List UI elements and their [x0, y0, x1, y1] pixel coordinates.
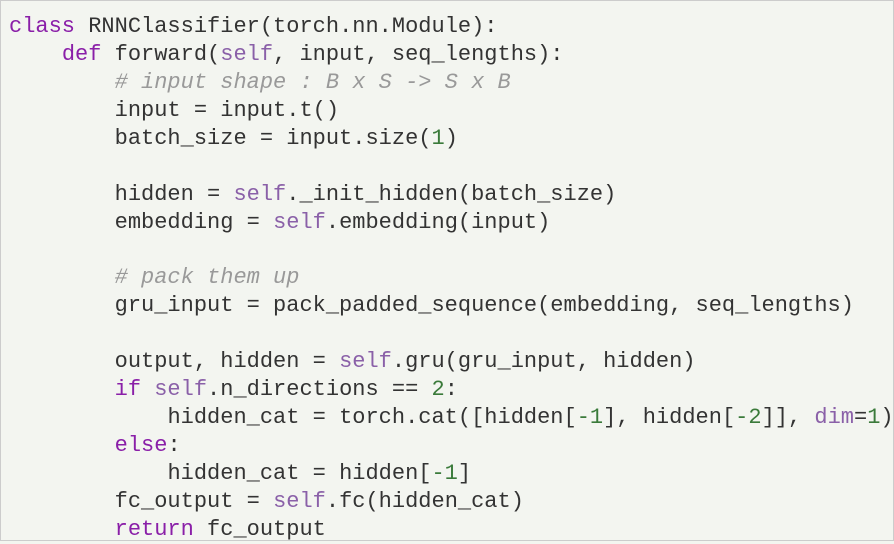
- self-ref: self: [154, 377, 207, 402]
- number-neg-two: -2: [735, 405, 761, 430]
- line-else-pre: hidden_cat = hidden[: [167, 461, 431, 486]
- line-else-post: ]: [458, 461, 471, 486]
- code-block: class RNNClassifier(torch.nn.Module): de…: [9, 13, 885, 544]
- function-name: forward: [101, 42, 207, 67]
- line-input-t: input = input.t(): [115, 98, 339, 123]
- line-cat-eq: =: [854, 405, 867, 430]
- self-ref: self: [233, 182, 286, 207]
- self-ref: self: [273, 210, 326, 235]
- self-param: self: [220, 42, 273, 67]
- line-hidden-post: ._init_hidden(batch_size): [286, 182, 616, 207]
- class-base: (torch.nn.Module):: [260, 14, 498, 39]
- line-embed-pre: embedding =: [115, 210, 273, 235]
- return-value: fc_output: [194, 517, 326, 542]
- function-params: , input, seq_lengths):: [273, 42, 563, 67]
- dim-kw: dim: [814, 405, 854, 430]
- line-output-post: .gru(gru_input, hidden): [392, 349, 696, 374]
- paren-open: (: [207, 42, 220, 67]
- line-batch-pre: batch_size = input.size(: [115, 126, 432, 151]
- if-space: [141, 377, 154, 402]
- line-cat-pre: hidden_cat = torch.cat([hidden[: [167, 405, 576, 430]
- line-gru-input: gru_input = pack_padded_sequence(embeddi…: [115, 293, 854, 318]
- line-hidden-pre: hidden =: [115, 182, 234, 207]
- line-batch-post: ): [445, 126, 458, 151]
- if-colon: :: [445, 377, 458, 402]
- line-output-pre: output, hidden =: [115, 349, 339, 374]
- self-ref: self: [339, 349, 392, 374]
- keyword-else: else: [115, 433, 168, 458]
- keyword-class: class: [9, 14, 75, 39]
- number-one: 1: [431, 126, 444, 151]
- line-fc-pre: fc_output =: [115, 489, 273, 514]
- self-ref: self: [273, 489, 326, 514]
- keyword-if: if: [115, 377, 141, 402]
- number-one-b: 1: [867, 405, 880, 430]
- number-neg-one: -1: [577, 405, 603, 430]
- line-cat-mid2: ]],: [762, 405, 815, 430]
- number-neg-one-b: -1: [431, 461, 457, 486]
- keyword-return: return: [115, 517, 194, 542]
- line-embed-post: .embedding(input): [326, 210, 550, 235]
- if-condition: .n_directions ==: [207, 377, 431, 402]
- else-colon: :: [167, 433, 180, 458]
- keyword-def: def: [62, 42, 102, 67]
- number-two: 2: [431, 377, 444, 402]
- line-fc-post: .fc(hidden_cat): [326, 489, 524, 514]
- class-name: RNNClassifier: [75, 14, 260, 39]
- line-cat-post: ): [880, 405, 893, 430]
- comment-pack: # pack them up: [115, 265, 300, 290]
- comment-shape: # input shape : B x S -> S x B: [115, 70, 511, 95]
- line-cat-mid1: ], hidden[: [603, 405, 735, 430]
